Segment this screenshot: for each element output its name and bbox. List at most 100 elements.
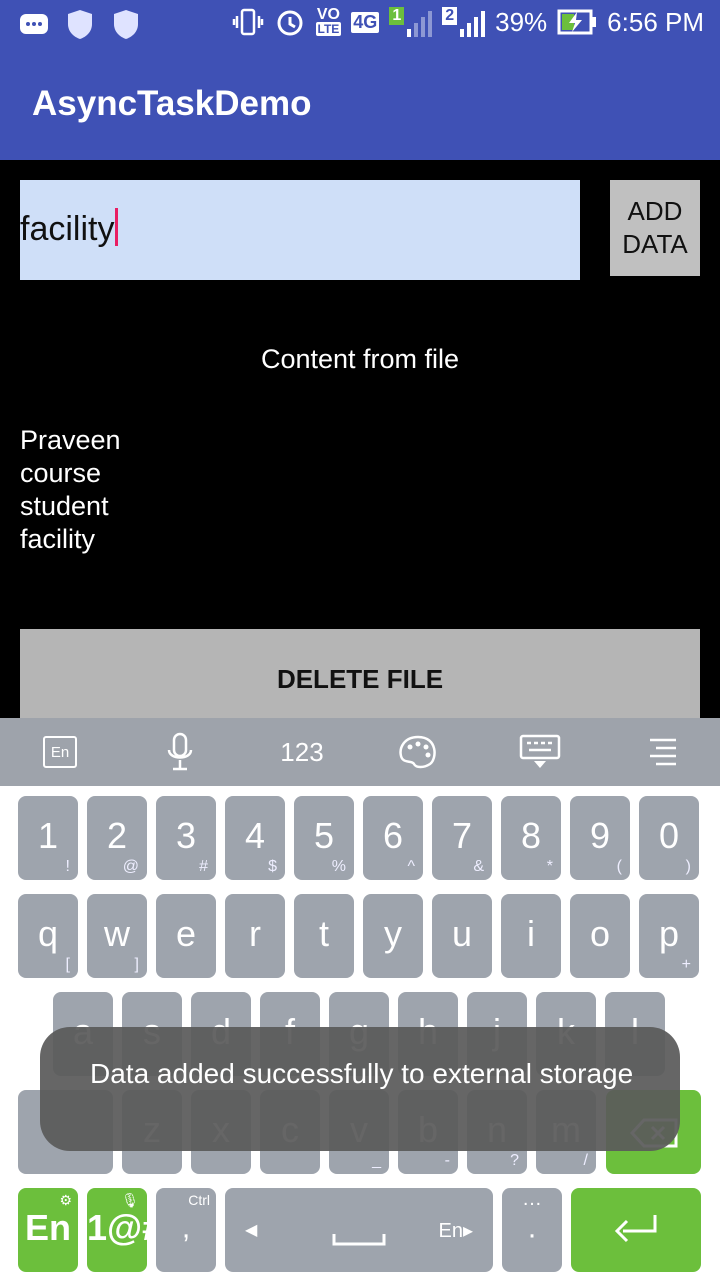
4g-label: 4G (351, 11, 380, 33)
space-language-label: En (438, 1220, 463, 1242)
key-5[interactable]: 5% (294, 796, 354, 880)
key-p[interactable]: p + (639, 894, 699, 978)
comma-label: , (181, 1211, 191, 1245)
content-line: facility (20, 524, 96, 554)
symbols-key-label: 1@# (87, 1206, 163, 1248)
ellipsis-icon: … (522, 1188, 542, 1210)
sim2-label: 2 (442, 7, 458, 25)
space-bar-icon (332, 1234, 386, 1246)
lte-label: LTE (315, 22, 342, 36)
key-sublabel: # (199, 858, 208, 875)
key-label: 7 (451, 814, 473, 856)
add-data-button[interactable]: ADD DATA (610, 180, 700, 276)
signal-icon (460, 11, 486, 37)
vibrate-icon (232, 8, 263, 36)
add-data-label: ADD DATA (622, 195, 687, 261)
key-o[interactable]: o (570, 894, 630, 978)
volte-label: VO (316, 6, 340, 23)
key-sublabel: ] (134, 956, 139, 973)
add-data-label-line1: ADD (627, 196, 683, 226)
key-label: 0 (658, 814, 680, 856)
enter-icon (614, 1215, 657, 1243)
key-2[interactable]: 2 @ (87, 796, 147, 880)
content-line: Praveen (20, 425, 121, 455)
key-u[interactable]: u (432, 894, 492, 978)
content-line: student (20, 491, 109, 521)
shield-icon (68, 10, 92, 39)
delete-file-button[interactable]: DELETE FILE (20, 629, 700, 729)
data-input[interactable]: facility (20, 180, 580, 280)
app-title: AsyncTaskDemo (32, 84, 312, 123)
microphone-icon[interactable] (164, 732, 196, 772)
key-label: 4 (244, 814, 266, 856)
key-label: i (527, 912, 535, 954)
battery-charging-icon (557, 9, 597, 35)
toast-message: Data added successfully to external stor… (40, 1027, 680, 1151)
numbers-key[interactable]: 123 (272, 732, 332, 772)
space-language: En▸ (438, 1220, 473, 1242)
comma-key[interactable]: Ctrl , (156, 1188, 216, 1272)
language-icon[interactable]: En (42, 732, 78, 772)
key-label: q (37, 912, 59, 954)
sim2-signal: 2 (442, 7, 486, 37)
key-y[interactable]: y (363, 894, 423, 978)
hide-keyboard-icon[interactable] (518, 732, 562, 772)
space-key[interactable]: ◀ En▸ (225, 1188, 493, 1272)
content-line: course (20, 458, 102, 488)
key-sublabel: @ (122, 858, 139, 875)
key-label: w (104, 912, 130, 954)
key-6[interactable]: 6 ^ (363, 796, 423, 880)
sim1-label: 1 (389, 7, 405, 25)
key-sublabel: / (583, 1152, 588, 1169)
data-input-value: facility (20, 208, 119, 249)
key-sublabel: + (681, 956, 691, 973)
key-7[interactable]: 7 & (432, 796, 492, 880)
key-4[interactable]: 4 $ (225, 796, 285, 880)
key-label: 1 (37, 814, 59, 856)
keyboard-toolbar: En 123 (0, 718, 720, 786)
app-bar: AsyncTaskDemo (0, 48, 720, 160)
volte-icon: VO LTE (315, 6, 342, 36)
key-label: p (658, 912, 680, 954)
key-9[interactable]: 9( (570, 796, 630, 880)
key-sublabel: ? (510, 1152, 519, 1169)
sim1-signal: 1 (389, 7, 433, 37)
key-q[interactable]: q[ (18, 894, 78, 978)
key-label: e (175, 912, 197, 954)
key-t[interactable]: t (294, 894, 354, 978)
key-label: u (451, 912, 473, 954)
key-sublabel: ( (616, 858, 622, 875)
ctrl-label: Ctrl (188, 1192, 210, 1208)
menu-icon[interactable] (648, 732, 678, 772)
key-1[interactable]: 1! (18, 796, 78, 880)
alarm-icon (277, 10, 303, 36)
key-sublabel: ! (65, 858, 70, 875)
key-r[interactable]: r (225, 894, 285, 978)
key-sublabel: _ (372, 1152, 381, 1169)
add-data-label-line2: DATA (622, 229, 688, 259)
shield-icon (114, 10, 138, 39)
key-sublabel: ^ (407, 858, 415, 875)
palette-icon[interactable] (396, 732, 440, 772)
key-sublabel: ) (685, 858, 691, 875)
key-label: 8 (520, 814, 542, 856)
text-cursor (115, 208, 119, 246)
key-label: t (318, 912, 329, 954)
key-w[interactable]: w] (87, 894, 147, 978)
key-0[interactable]: 0) (639, 796, 699, 880)
language-label: En (43, 736, 77, 768)
symbols-key[interactable]: 🎙 1@# (87, 1188, 163, 1272)
key-e[interactable]: e (156, 894, 216, 978)
key-sublabel: [ (65, 956, 70, 973)
language-key[interactable]: ⚙ En (18, 1188, 78, 1272)
period-key[interactable]: … . (502, 1188, 562, 1272)
battery-percent: 39% (495, 6, 548, 37)
signal-icon (407, 11, 433, 37)
key-3[interactable]: 3 # (156, 796, 216, 880)
key-i[interactable]: i (501, 894, 561, 978)
file-content: Praveen course student facility (20, 424, 121, 556)
enter-key[interactable] (571, 1188, 701, 1272)
key-8[interactable]: 8 * (501, 796, 561, 880)
key-label: o (589, 912, 611, 954)
key-label: y (384, 912, 402, 954)
